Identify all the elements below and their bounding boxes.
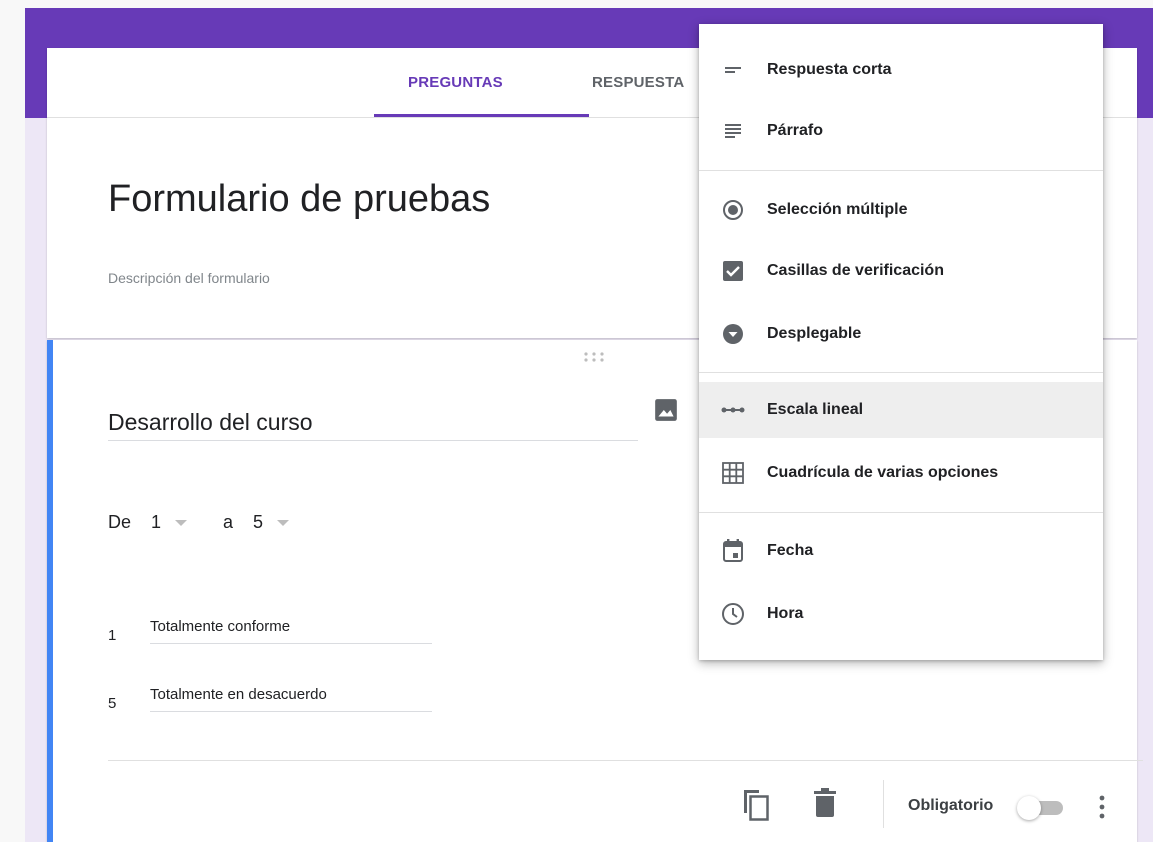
menu-divider xyxy=(699,170,1103,171)
footer-divider xyxy=(108,760,1143,761)
menu-item-grid[interactable]: Cuadrícula de varias opciones xyxy=(699,445,1103,501)
drag-handle-icon[interactable] xyxy=(583,350,605,368)
range-from-select[interactable]: 1 xyxy=(151,512,161,533)
menu-item-label: Desplegable xyxy=(767,325,862,342)
active-tab-indicator xyxy=(374,114,589,117)
duplicate-icon[interactable] xyxy=(741,788,771,827)
scale-label-number: 5 xyxy=(108,695,117,712)
scale-label-field[interactable]: Totalmente conforme xyxy=(150,618,432,644)
tab-respuestas[interactable]: RESPUESTA xyxy=(592,74,684,91)
menu-item-label: Respuesta corta xyxy=(767,61,892,78)
range-to-select[interactable]: 5 xyxy=(253,512,263,533)
footer-separator xyxy=(883,780,884,828)
tab-preguntas[interactable]: PREGUNTAS xyxy=(408,74,503,91)
menu-item-label: Escala lineal xyxy=(767,401,864,418)
menu-item-label: Fecha xyxy=(767,542,814,559)
scale-label-field[interactable]: Totalmente en desacuerdo xyxy=(150,686,432,712)
required-toggle[interactable] xyxy=(1015,794,1071,822)
grid-icon xyxy=(699,462,767,484)
paragraph-icon xyxy=(699,121,767,141)
short-text-icon xyxy=(699,60,767,80)
linear-scale-icon xyxy=(699,405,767,415)
range-from-label: De xyxy=(108,512,132,532)
menu-item-short-answer[interactable]: Respuesta corta xyxy=(699,42,1103,98)
scale-label-row: 5 Totalmente en desacuerdo xyxy=(108,686,432,712)
chevron-down-icon[interactable] xyxy=(175,519,188,526)
menu-item-date[interactable]: Fecha xyxy=(699,523,1103,579)
menu-item-linear-scale[interactable]: Escala lineal xyxy=(699,382,1103,438)
calendar-icon xyxy=(699,539,767,563)
menu-divider xyxy=(699,372,1103,373)
menu-item-label: Casillas de verificación xyxy=(767,262,944,279)
menu-item-checkboxes[interactable]: Casillas de verificación xyxy=(699,243,1103,299)
menu-item-dropdown[interactable]: Desplegable xyxy=(699,306,1103,362)
chevron-down-icon[interactable] xyxy=(277,519,290,526)
toggle-thumb xyxy=(1017,796,1041,820)
range-to-label: a xyxy=(223,512,234,532)
add-image-icon[interactable] xyxy=(653,397,679,428)
dropdown-icon xyxy=(699,323,767,345)
scale-range: De 1 a 5 xyxy=(108,512,325,533)
scale-label-row: 1 Totalmente conforme xyxy=(108,618,432,644)
question-title-field[interactable]: Desarrollo del curso xyxy=(108,405,638,441)
scale-label-number: 1 xyxy=(108,627,117,644)
radio-button-icon xyxy=(699,199,767,221)
question-type-menu: Respuesta corta Párrafo Selección múltip… xyxy=(699,24,1103,660)
menu-item-label: Párrafo xyxy=(767,122,824,139)
menu-item-label: Hora xyxy=(767,605,804,622)
form-title[interactable]: Formulario de pruebas xyxy=(108,178,490,221)
menu-item-multiple-choice[interactable]: Selección múltiple xyxy=(699,182,1103,238)
menu-item-label: Selección múltiple xyxy=(767,201,908,218)
required-label: Obligatorio xyxy=(908,797,994,814)
checkbox-icon xyxy=(699,260,767,282)
menu-item-time[interactable]: Hora xyxy=(699,586,1103,642)
menu-item-paragraph[interactable]: Párrafo xyxy=(699,103,1103,159)
form-description-field[interactable]: Descripción del formulario xyxy=(108,270,270,286)
menu-divider xyxy=(699,512,1103,513)
delete-icon[interactable] xyxy=(813,788,837,823)
menu-item-label: Cuadrícula de varias opciones xyxy=(767,464,999,481)
clock-icon xyxy=(699,602,767,626)
more-vert-icon[interactable] xyxy=(1098,793,1106,826)
